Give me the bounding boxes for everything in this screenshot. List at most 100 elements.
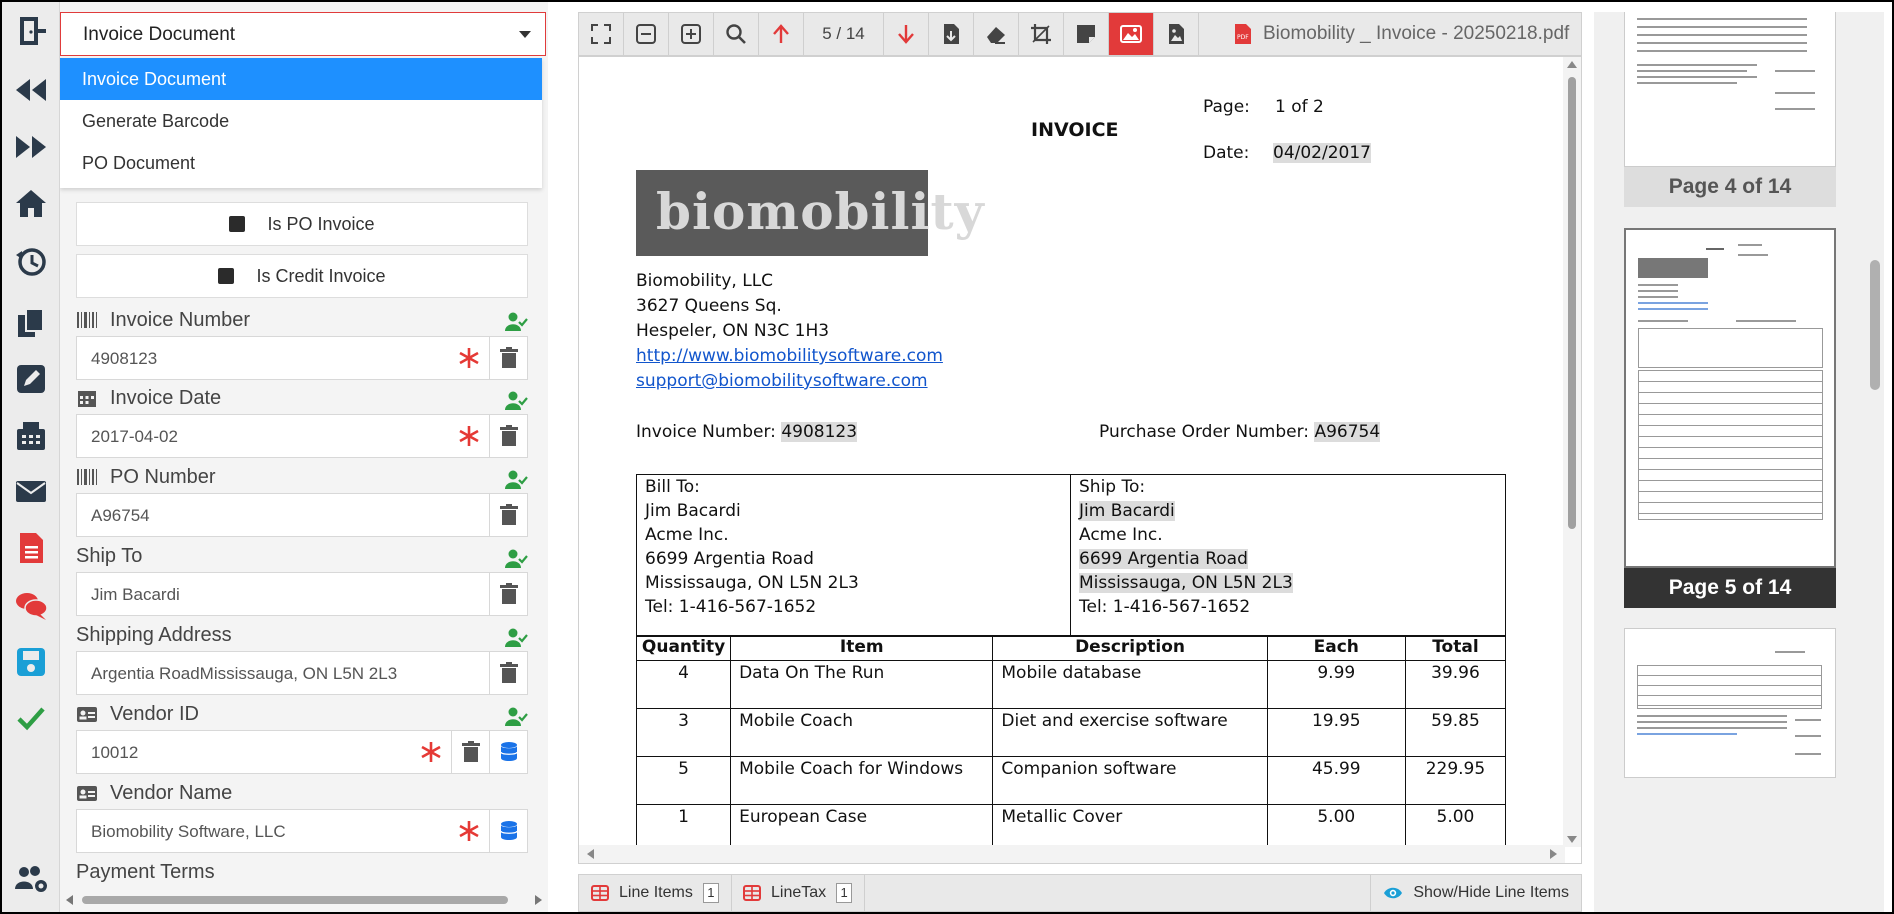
menu-item-po-document[interactable]: PO Document	[60, 142, 542, 184]
chevron-down-icon[interactable]	[519, 31, 531, 38]
fax-icon[interactable]	[12, 417, 50, 455]
zoom-in-button[interactable]	[669, 13, 714, 55]
table-icon	[591, 885, 609, 901]
menu-item-generate-barcode[interactable]: Generate Barcode	[60, 100, 542, 142]
tab-linetax[interactable]: LineTax 1	[731, 875, 866, 911]
ship-to-field[interactable]: Jim Bacardi	[76, 572, 528, 616]
scroll-thumb[interactable]	[82, 896, 508, 904]
thumbnail-panel: Page 4 of 14 Page 5 of 14	[1594, 12, 1884, 912]
scroll-right-arrow-icon[interactable]	[535, 895, 542, 905]
tab-line-items[interactable]: Line Items 1	[579, 875, 732, 911]
doc-horizontal-scrollbar[interactable]	[579, 845, 1565, 863]
date-value: 04/02/2017	[1273, 143, 1371, 163]
scroll-left-arrow-icon[interactable]	[66, 895, 73, 905]
pdf-file-icon[interactable]	[12, 529, 50, 567]
delete-trash-icon[interactable]	[489, 652, 527, 694]
is-credit-invoice-checkbox[interactable]: Is Credit Invoice	[76, 254, 528, 298]
scroll-down-arrow-icon[interactable]	[1567, 836, 1577, 843]
invoice-date-label-text: Invoice Date	[110, 386, 222, 409]
image-button[interactable]	[1109, 13, 1154, 55]
history-icon[interactable]	[12, 243, 50, 281]
database-lookup-icon[interactable]	[489, 810, 527, 852]
delete-trash-icon[interactable]	[489, 494, 527, 536]
doc-vertical-scrollbar[interactable]	[1563, 57, 1581, 847]
invoice-number-value: 4908123	[91, 349, 158, 368]
is-po-invoice-checkbox[interactable]: Is PO Invoice	[76, 202, 528, 246]
barcode-icon	[77, 469, 97, 485]
fit-screen-button[interactable]	[579, 13, 624, 55]
person-check-icon	[505, 312, 528, 331]
cell-description: Mobile database	[992, 660, 1268, 709]
scroll-thumb[interactable]	[1568, 77, 1576, 529]
delete-trash-icon[interactable]	[451, 731, 489, 773]
viewer-toolbar: 5 / 14 PDF Biomobility _ Invoice - 20250…	[578, 12, 1582, 56]
ship-to-value: Jim Bacardi	[91, 585, 180, 604]
show-hide-line-items-button[interactable]: Show/Hide Line Items	[1370, 875, 1581, 911]
logo-text: biomobility	[656, 182, 985, 241]
cell-item: Data On The Run	[730, 660, 994, 709]
file-download-icon	[944, 24, 959, 44]
date-label: Date:	[1203, 143, 1250, 163]
cell-each: 9.99	[1266, 660, 1406, 709]
previous-page-button[interactable]	[759, 13, 804, 55]
save-icon[interactable]	[12, 643, 50, 681]
bill-to-city: Mississauga, ON L5N 2L3	[645, 573, 859, 593]
sticky-note-button[interactable]	[1064, 13, 1109, 55]
company-email-link[interactable]: support@biomobilitysoftware.com	[636, 371, 928, 391]
tab-line-items-label: Line Items	[619, 884, 693, 901]
comments-icon[interactable]	[12, 586, 50, 624]
crop-button[interactable]	[1019, 13, 1064, 55]
delete-trash-icon[interactable]	[489, 337, 527, 379]
thumbnail-page-4[interactable]	[1624, 12, 1836, 167]
invoice-number-label-text: Invoice Number	[110, 308, 251, 331]
checkmark-icon[interactable]	[12, 699, 50, 737]
checkbox-square-icon	[218, 268, 235, 284]
search-button[interactable]	[714, 13, 759, 55]
edit-icon[interactable]	[12, 360, 50, 398]
scroll-left-arrow-icon[interactable]	[587, 849, 594, 859]
shipping-address-label: Shipping Address	[76, 622, 232, 648]
eraser-button[interactable]	[974, 13, 1019, 55]
thumbnail-scrollbar[interactable]	[1870, 260, 1880, 390]
scroll-up-arrow-icon[interactable]	[1567, 61, 1577, 68]
menu-item-invoice-document[interactable]: Invoice Document	[60, 58, 542, 100]
invoice-date-field[interactable]: 2017-04-02	[76, 414, 528, 458]
database-lookup-icon[interactable]	[489, 731, 527, 773]
required-asterisk-icon	[411, 731, 451, 773]
file-image-button[interactable]	[1154, 13, 1199, 55]
scroll-right-arrow-icon[interactable]	[1550, 849, 1557, 859]
pdf-page-canvas[interactable]: Page: 1 of 2 INVOICE Date: 04/02/2017 bi…	[578, 56, 1582, 864]
person-check-icon	[505, 549, 528, 568]
thumbnail-page-5[interactable]	[1624, 228, 1836, 568]
zoom-out-button[interactable]	[624, 13, 669, 55]
copy-icon[interactable]	[12, 304, 50, 342]
envelope-icon[interactable]	[12, 472, 50, 510]
ship-to-label-text: Ship To	[76, 544, 143, 567]
document-type-dropdown[interactable]: Invoice Document	[60, 12, 546, 56]
home-icon[interactable]	[12, 185, 50, 223]
vendor-id-field[interactable]: 10012	[76, 730, 528, 774]
table-header-row: Quantity Item Description Each Total	[635, 636, 1507, 661]
next-page-button[interactable]	[884, 13, 929, 55]
table-row: 5 Mobile Coach for Windows Companion sof…	[635, 756, 1507, 805]
form-horizontal-scrollbar[interactable]	[64, 892, 544, 906]
shipping-address-field[interactable]: Argentia RoadMississauga, ON L5N 2L3	[76, 651, 528, 695]
fast-forward-icon[interactable]	[12, 128, 50, 166]
company-website-link[interactable]: http://www.biomobilitysoftware.com	[636, 346, 943, 366]
delete-trash-icon[interactable]	[489, 415, 527, 457]
exit-door-icon[interactable]	[12, 12, 50, 50]
users-settings-icon[interactable]	[12, 859, 50, 897]
invoice-number-field[interactable]: 4908123	[76, 336, 528, 380]
company-street: 3627 Queens Sq.	[636, 296, 782, 316]
company-name: Biomobility, LLC	[636, 271, 774, 291]
po-number-field[interactable]: A96754	[76, 493, 528, 537]
vendor-name-field[interactable]: Biomobility Software, LLC	[76, 809, 528, 853]
arrow-down-icon	[898, 25, 914, 44]
file-name: PDF Biomobility _ Invoice - 20250218.pdf	[1233, 13, 1569, 55]
download-file-button[interactable]	[929, 13, 974, 55]
thumbnail-page-6[interactable]	[1624, 628, 1836, 778]
page-indicator[interactable]: 5 / 14	[804, 13, 884, 55]
delete-trash-icon[interactable]	[489, 573, 527, 615]
rewind-icon[interactable]	[12, 71, 50, 109]
sticky-note-icon	[1077, 25, 1095, 43]
